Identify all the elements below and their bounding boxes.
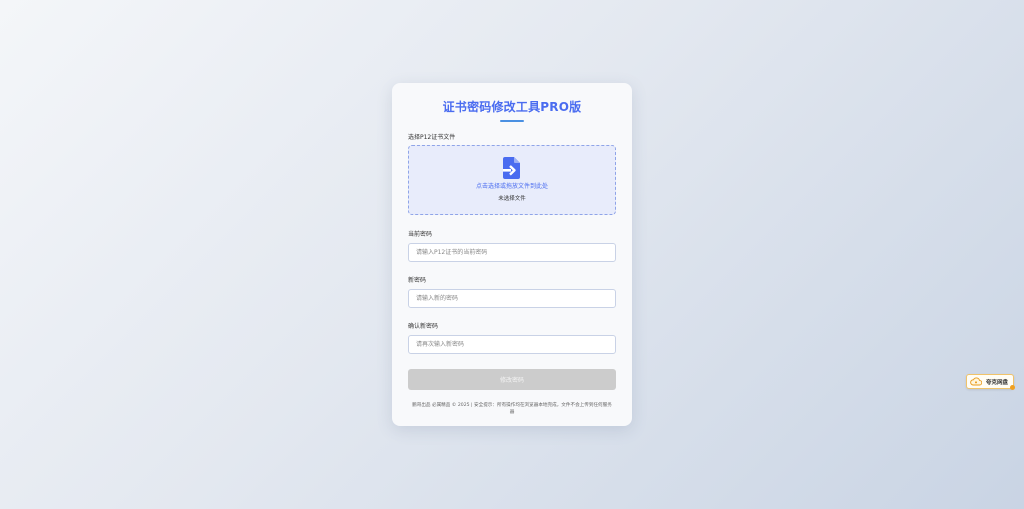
badge-label: 夸克网盘	[986, 379, 1009, 386]
file-dropzone[interactable]: 点击选择或拖放文件到此处 未选择文件	[408, 145, 616, 215]
badge-notification-dot	[1010, 385, 1015, 390]
file-status: 未选择文件	[498, 196, 526, 202]
password-tool-card: 证书密码修改工具PRO版 选择P12证书文件 点击选择或拖放文件到此处 未选择文…	[392, 83, 632, 426]
cloud-icon	[970, 377, 982, 386]
new-password-group: 新密码	[408, 277, 616, 308]
dropzone-text: 点击选择或拖放文件到此处	[475, 183, 548, 190]
new-password-label: 新密码	[408, 277, 427, 284]
footer-note: 鹏哥出品 必属精品 © 2025 | 安全提示：所有操作均在浏览器本地完成，文件…	[412, 403, 612, 415]
file-import-icon	[503, 157, 520, 179]
page-title: 证书密码修改工具PRO版	[442, 100, 582, 114]
current-password-group: 当前密码	[408, 231, 616, 262]
change-password-button[interactable]: 修改密码	[408, 369, 616, 390]
confirm-password-group: 确认新密码	[408, 323, 616, 354]
new-password-input[interactable]	[408, 289, 616, 308]
confirm-password-input[interactable]	[408, 335, 616, 354]
file-label: 选择P12证书文件	[408, 134, 456, 141]
quark-drive-badge[interactable]: 夸克网盘	[966, 374, 1015, 390]
title-underline	[500, 120, 524, 122]
current-password-input[interactable]	[408, 243, 616, 262]
current-password-label: 当前密码	[408, 231, 433, 238]
confirm-password-label: 确认新密码	[408, 323, 439, 330]
